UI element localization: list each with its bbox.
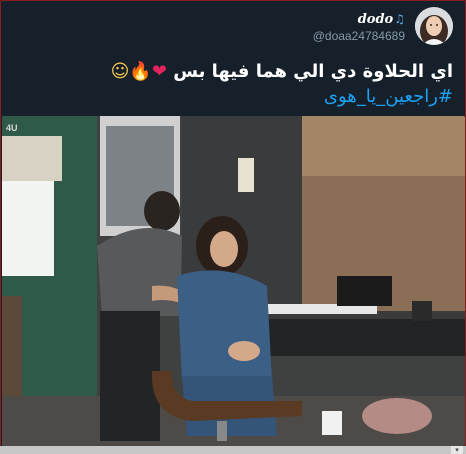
channel-badge: 4U	[6, 123, 18, 133]
tweet-card[interactable]: dodo♫ @doaa24784689 اي الحلاوة دي الي هم…	[0, 0, 466, 454]
red-heart-icon: ❤	[151, 61, 167, 82]
user-handle[interactable]: @doaa24784689	[313, 29, 405, 43]
hashtag-link[interactable]: #راجعين_يا_هوى	[324, 86, 453, 107]
avatar-image	[415, 7, 453, 45]
chevron-down-icon[interactable]: ▾	[451, 446, 463, 454]
tweet-text: اي الحلاوة دي الي هما فيها بس	[173, 61, 453, 82]
smiling-face-icon: ☺	[110, 61, 130, 82]
fire-icon: 🔥	[129, 61, 152, 82]
display-name[interactable]: dodo♫	[358, 12, 405, 27]
music-notes-icon: ♫	[394, 12, 405, 26]
avatar[interactable]	[415, 7, 453, 45]
tweet-media-image[interactable]: 4U	[2, 116, 465, 446]
office-scene-image	[2, 116, 465, 446]
display-name-text: dodo	[357, 12, 394, 27]
tweet-text-line: اي الحلاوة دي الي هما فيها بس ❤🔥☺	[111, 61, 453, 82]
horizontal-scrollbar[interactable]	[0, 446, 466, 454]
